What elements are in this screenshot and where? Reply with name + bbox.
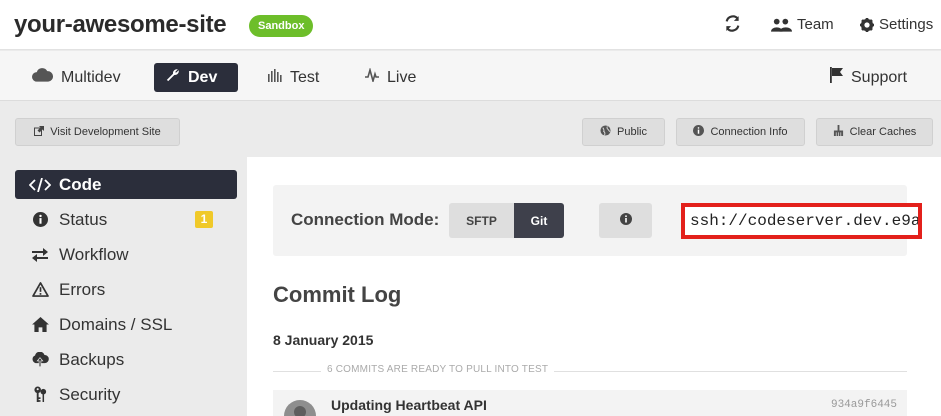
tab-label: Test xyxy=(290,68,320,86)
home-icon xyxy=(25,317,55,332)
info-icon xyxy=(619,212,632,230)
ssh-url-highlight xyxy=(681,203,922,239)
connection-mode-panel: Connection Mode: SFTP Git xyxy=(273,185,922,256)
connection-mode-toggle: SFTP Git xyxy=(449,203,564,238)
status-badge: 1 xyxy=(195,211,213,228)
sidebar-item-label: Workflow xyxy=(59,244,129,264)
sidebar-item-errors[interactable]: Errors xyxy=(15,275,237,304)
commit-message: Updating Heartbeat API xyxy=(331,397,487,413)
commit-log-title: Commit Log xyxy=(273,282,402,307)
refresh-icon[interactable] xyxy=(724,15,741,32)
pulse-icon xyxy=(365,67,379,87)
clear-caches-label: Clear Caches xyxy=(849,126,917,138)
sidebar-item-label: Security xyxy=(59,384,121,404)
main-panel: Connection Mode: SFTP Git Commit Log 8 J… xyxy=(247,157,941,416)
top-header: your-awesome-site Sandbox Team Settings xyxy=(0,0,941,50)
ssh-url-field[interactable] xyxy=(685,207,918,235)
sidebar-item-code[interactable]: Code xyxy=(15,170,237,199)
commit-hash[interactable]: 934a9f6445 xyxy=(831,399,897,411)
sidebar-item-domains[interactable]: Domains / SSL xyxy=(15,310,237,339)
globe-icon xyxy=(600,125,611,139)
warning-icon xyxy=(25,282,55,297)
environment-tabs: Multidev Dev Test Live Support xyxy=(0,51,941,101)
cloud-upload-icon xyxy=(25,352,55,367)
gear-icon xyxy=(860,17,874,32)
broom-icon xyxy=(833,125,844,139)
connection-info-label: Connection Info xyxy=(710,126,788,138)
visit-label: Visit Development Site xyxy=(50,126,161,138)
tab-test[interactable]: Test xyxy=(256,63,331,92)
public-label: Public xyxy=(617,126,647,138)
team-label: Team xyxy=(797,16,834,33)
sidebar-item-label: Status xyxy=(59,209,108,229)
git-mode-button[interactable]: Git xyxy=(514,203,564,238)
connection-mode-label: Connection Mode: xyxy=(291,210,440,229)
tab-multidev[interactable]: Multidev xyxy=(20,63,133,92)
keys-icon xyxy=(25,386,55,403)
team-icon xyxy=(771,18,792,32)
commit-date: 8 January 2015 xyxy=(273,332,374,348)
sidebar-item-label: Domains / SSL xyxy=(59,314,173,334)
sandbox-badge: Sandbox xyxy=(249,15,314,37)
sidebar-item-status[interactable]: Status 1 xyxy=(15,205,237,234)
sidebar-item-label: Code xyxy=(59,174,102,194)
connection-info-button[interactable]: Connection Info xyxy=(676,118,805,146)
wrench-icon xyxy=(166,68,180,87)
team-link[interactable]: Team xyxy=(771,16,834,33)
info-icon xyxy=(693,125,705,139)
site-name[interactable]: your-awesome-site xyxy=(14,11,227,39)
sftp-mode-button[interactable]: SFTP xyxy=(449,203,514,238)
support-label: Support xyxy=(851,68,908,86)
sidebar-item-workflow[interactable]: Workflow xyxy=(15,240,237,269)
clear-caches-button[interactable]: Clear Caches xyxy=(816,118,933,146)
sidebar-item-backups[interactable]: Backups xyxy=(15,345,237,374)
tab-label: Dev xyxy=(188,68,218,86)
commit-row[interactable]: Updating Heartbeat API 934a9f6445 xyxy=(273,390,907,416)
external-link-icon xyxy=(34,125,45,139)
sidebar-item-label: Errors xyxy=(59,279,106,299)
visit-development-site-button[interactable]: Visit Development Site xyxy=(15,118,180,146)
sidebar-item-security[interactable]: Security xyxy=(15,380,237,409)
connection-help-button[interactable] xyxy=(599,203,652,238)
tab-label: Multidev xyxy=(61,68,121,86)
code-icon xyxy=(25,177,55,192)
bars-icon xyxy=(268,68,282,87)
cloud-icon xyxy=(32,68,54,87)
workflow-icon xyxy=(25,247,55,262)
tab-label: Live xyxy=(387,68,417,86)
public-button[interactable]: Public xyxy=(582,118,665,146)
commits-ready-notice: 6 COMMITS ARE READY TO PULL INTO TEST xyxy=(321,364,555,375)
tab-live[interactable]: Live xyxy=(353,63,428,92)
tab-dev[interactable]: Dev xyxy=(154,63,238,92)
info-icon xyxy=(25,212,55,227)
settings-label: Settings xyxy=(879,16,934,33)
settings-link[interactable]: Settings xyxy=(860,16,933,33)
sidebar-item-label: Backups xyxy=(59,349,125,369)
flag-icon xyxy=(830,67,843,88)
support-link[interactable]: Support xyxy=(818,63,919,92)
avatar xyxy=(284,400,316,416)
